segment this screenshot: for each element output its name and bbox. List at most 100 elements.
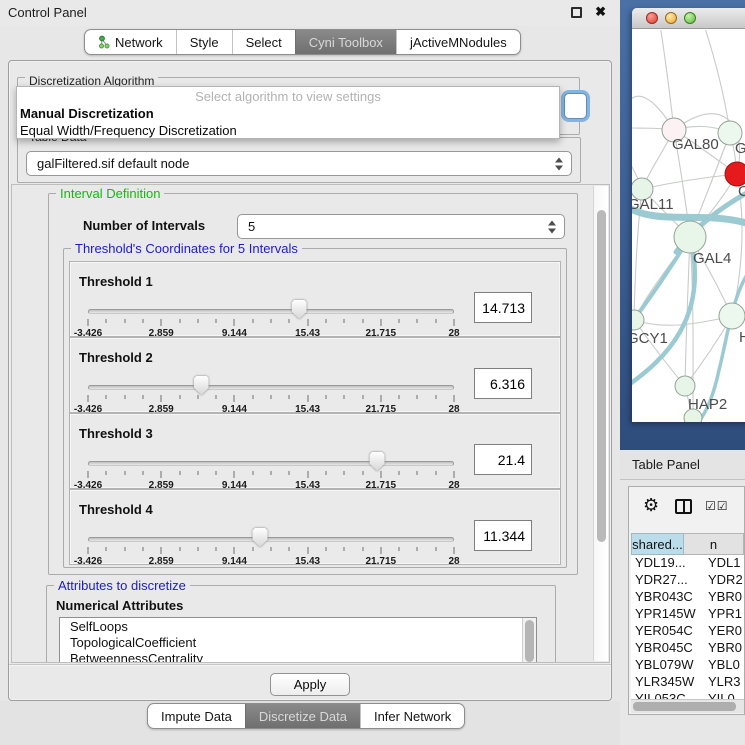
tab-select[interactable]: Select xyxy=(232,30,295,54)
tab-network[interactable]: Network xyxy=(85,30,176,54)
settings-scrollbar-thumb[interactable] xyxy=(597,210,606,542)
tick-mark xyxy=(435,547,436,551)
cell-name: YLR3 xyxy=(701,674,744,691)
table-horizontal-scrollbar[interactable] xyxy=(631,699,744,713)
network-node-hap2[interactable] xyxy=(675,376,695,396)
tick-mark xyxy=(106,395,107,399)
table-row[interactable]: YIL053CYIL0 xyxy=(631,691,744,699)
table-panel-titlebar: Table Panel xyxy=(620,450,745,480)
network-node-gal4[interactable] xyxy=(674,221,706,253)
close-icon[interactable]: ✖ xyxy=(595,4,606,20)
tick-mark xyxy=(216,471,217,475)
algorithm-combobox-focus-fragment[interactable] xyxy=(564,93,587,119)
table-scrollbar-thumb[interactable] xyxy=(633,702,736,711)
attributes-list-scrollbar[interactable] xyxy=(522,618,536,663)
slider-thumb[interactable] xyxy=(253,528,268,547)
tick-mark xyxy=(380,319,381,326)
tick-mark xyxy=(325,395,326,399)
threshold-label: Threshold 4 xyxy=(79,502,153,517)
slider-track xyxy=(88,537,454,542)
list-item[interactable]: SelfLoops xyxy=(60,619,536,634)
table-row[interactable]: YDR27...YDR2 xyxy=(631,572,744,589)
tab-discretize-data[interactable]: Discretize Data xyxy=(245,704,360,728)
slider-ticks xyxy=(88,319,454,327)
tick-mark xyxy=(88,547,89,554)
node-label: GAL80 xyxy=(672,136,719,153)
network-view[interactable]: GAL80GCGAL11GAL4GCY1HHAP2 xyxy=(632,30,745,422)
tab-infer-network[interactable]: Infer Network xyxy=(360,704,464,728)
network-node[interactable] xyxy=(684,409,702,422)
slider-thumb[interactable] xyxy=(292,300,307,319)
threshold-slider[interactable]: -3.4262.8599.14415.4321.71528 xyxy=(88,382,454,414)
float-window-icon[interactable] xyxy=(571,7,582,18)
network-window-titlebar[interactable] xyxy=(632,8,745,29)
tick-mark xyxy=(252,471,253,475)
threshold-value-field[interactable]: 21.4 xyxy=(474,444,532,475)
table-data-combobox[interactable]: galFiltered.sif default node xyxy=(26,151,572,176)
table-row[interactable]: YBR045CYBR0 xyxy=(631,640,744,657)
tick-mark xyxy=(142,547,143,551)
column-header-shared-name[interactable]: shared... xyxy=(631,533,684,555)
threshold-panel: Threshold 3-3.4262.8599.14415.4321.71528… xyxy=(69,413,561,489)
slider-ticks xyxy=(88,471,454,479)
slider-thumb[interactable] xyxy=(370,452,385,471)
algorithm-dropdown-placeholder: Select algorithm to view settings xyxy=(17,88,559,105)
checkbox-icons[interactable]: ☑☑ xyxy=(705,499,729,513)
gear-icon[interactable]: ⚙ xyxy=(643,496,659,514)
split-columns-icon[interactable] xyxy=(675,499,692,514)
numerical-attributes-list[interactable]: SelfLoopsTopologicalCoefficientBetweenne… xyxy=(59,617,537,663)
tab-impute-data[interactable]: Impute Data xyxy=(148,704,245,728)
cell-shared-name: YPR145W xyxy=(631,606,701,623)
tick-mark xyxy=(88,471,89,478)
apply-button[interactable]: Apply xyxy=(270,673,350,696)
network-node-h[interactable] xyxy=(719,303,745,329)
tab-label: Cyni Toolbox xyxy=(309,35,383,50)
tick-mark xyxy=(435,319,436,323)
tick-mark xyxy=(271,319,272,323)
threshold-slider[interactable]: -3.4262.8599.14415.4321.71528 xyxy=(88,306,454,338)
table-data-combobox-value: galFiltered.sif default node xyxy=(37,156,189,171)
threshold-panel: Threshold 1-3.4262.8599.14415.4321.71528… xyxy=(69,261,561,337)
zoom-traffic-light-icon[interactable] xyxy=(684,12,696,24)
cell-name: YBR0 xyxy=(701,589,744,606)
threshold-slider[interactable]: -3.4262.8599.14415.4321.71528 xyxy=(88,534,454,566)
control-panel-title: Control Panel xyxy=(8,5,87,20)
table-row[interactable]: YPR145WYPR1 xyxy=(631,606,744,623)
list-item[interactable]: BetweennessCentrality xyxy=(60,651,536,663)
tick-mark xyxy=(216,319,217,323)
close-traffic-light-icon[interactable] xyxy=(646,12,658,24)
network-edge xyxy=(642,174,737,189)
tab-bar: NetworkStyleSelect Cyni Toolbox jActiveMNo… xyxy=(84,29,521,55)
minimize-traffic-light-icon[interactable] xyxy=(665,12,677,24)
tick-mark xyxy=(216,547,217,551)
dropdown-option-manual-discretization[interactable]: Manual Discretization xyxy=(17,105,559,122)
tick-mark xyxy=(161,395,162,402)
tab-jactivemnodules[interactable]: jActiveMNodules xyxy=(396,30,520,54)
table-row[interactable]: YER054CYER0 xyxy=(631,623,744,640)
node-table[interactable]: shared... n YDL19...YDL1YDR27...YDR2YBR0… xyxy=(631,533,744,699)
dropdown-option-equal-width-frequency-discretization[interactable]: Equal Width/Frequency Discretization xyxy=(17,122,559,139)
thresholds-group-label: Threshold's Coordinates for 5 Intervals xyxy=(71,241,302,256)
list-item[interactable]: TopologicalCoefficient xyxy=(60,635,536,650)
network-canvas[interactable]: GAL80GCGAL11GAL4GCY1HHAP2 xyxy=(632,30,745,422)
number-of-intervals-combobox[interactable]: 5 xyxy=(237,214,565,239)
table-row[interactable]: YDL19...YDL1 xyxy=(631,555,744,572)
threshold-value-field[interactable]: 6.316 xyxy=(474,368,532,399)
tab-cyni-toolbox[interactable]: Cyni Toolbox xyxy=(295,30,396,54)
column-header-name[interactable]: n xyxy=(684,533,744,555)
threshold-slider[interactable]: -3.4262.8599.14415.4321.71528 xyxy=(88,458,454,490)
table-row[interactable]: YLR345WYLR3 xyxy=(631,674,744,691)
table-row[interactable]: YBL079WYBL0 xyxy=(631,657,744,674)
settings-vertical-scrollbar[interactable] xyxy=(593,186,608,661)
threshold-value-field[interactable]: 11.344 xyxy=(474,520,532,551)
tick-mark xyxy=(344,471,345,475)
network-node-gcy1[interactable] xyxy=(632,310,644,330)
attributes-to-discretize-group: Attributes to discretize Numerical Attri… xyxy=(46,585,556,663)
slider-thumb[interactable] xyxy=(194,376,209,395)
threshold-value-field[interactable]: 14.713 xyxy=(474,292,532,323)
number-of-intervals-label: Number of Intervals xyxy=(83,218,205,233)
table-row[interactable]: YBR043CYBR0 xyxy=(631,589,744,606)
tick-mark xyxy=(161,319,162,326)
attributes-list-scrollbar-thumb[interactable] xyxy=(525,620,534,662)
tab-style[interactable]: Style xyxy=(176,30,232,54)
